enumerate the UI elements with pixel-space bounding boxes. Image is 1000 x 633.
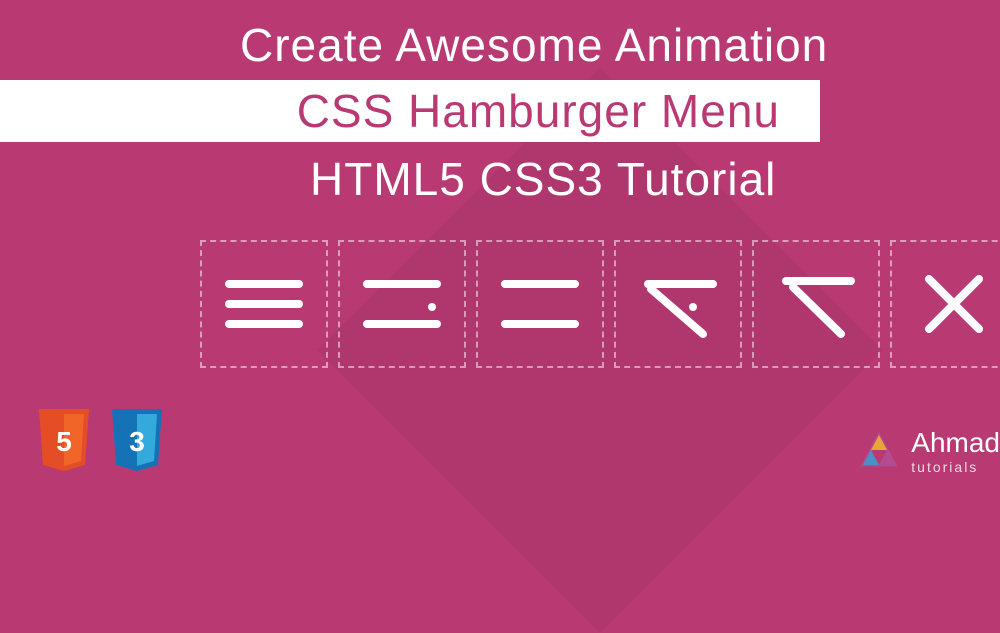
hamburger-state-4	[614, 240, 742, 368]
hamburger-transition-icon	[357, 259, 447, 349]
svg-text:5: 5	[56, 426, 72, 457]
brand-triangle-icon	[857, 429, 901, 473]
title-line-1: Create Awesome Animation	[240, 18, 828, 72]
hamburger-state-2	[338, 240, 466, 368]
brand-subtitle: tutorials	[911, 459, 1000, 475]
hamburger-state-3	[476, 240, 604, 368]
title-line-2: CSS Hamburger Menu	[297, 84, 780, 138]
hamburger-transition-icon	[495, 259, 585, 349]
title-highlight-bar: CSS Hamburger Menu	[0, 80, 820, 142]
tech-logos-group: 5 3	[35, 409, 166, 475]
hamburger-rotating-icon	[771, 259, 861, 349]
title-line-3: HTML5 CSS3 Tutorial	[310, 152, 776, 206]
hamburger-state-5	[752, 240, 880, 368]
hamburger-rotating-icon	[633, 259, 723, 349]
brand-name: Ahmad	[911, 427, 1000, 459]
hamburger-animation-row	[200, 240, 1000, 368]
svg-text:3: 3	[129, 426, 145, 457]
hamburger-icon	[219, 259, 309, 349]
hamburger-state-1	[200, 240, 328, 368]
hamburger-state-6	[890, 240, 1000, 368]
close-x-icon	[909, 259, 999, 349]
css3-logo-icon: 3	[108, 409, 166, 475]
html5-logo-icon: 5	[35, 409, 93, 475]
brand-logo: Ahmad tutorials	[857, 427, 1000, 475]
